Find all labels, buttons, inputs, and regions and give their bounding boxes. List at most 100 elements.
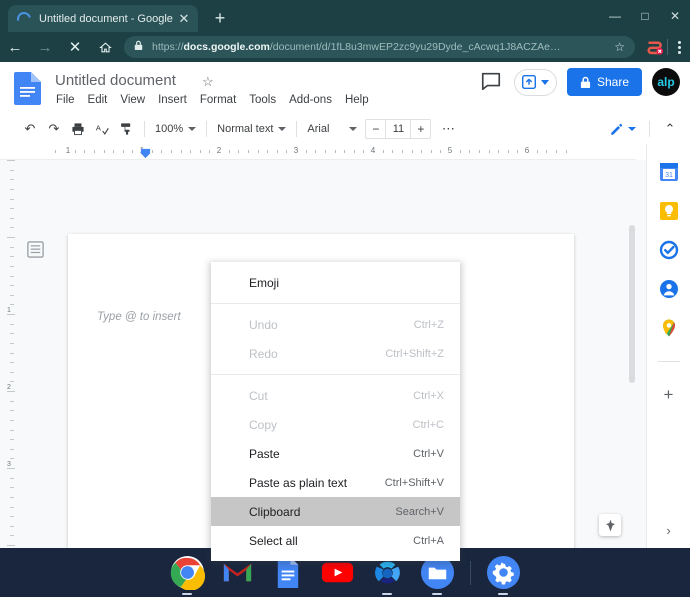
new-tab-button[interactable]: + [208,8,232,30]
ruler-tick [555,150,557,153]
ruler-tick [10,362,14,364]
close-icon[interactable]: ✕ [176,12,192,25]
print-icon[interactable] [66,117,90,141]
context-menu-item-label: Paste [249,446,280,461]
collapse-toolbar-icon[interactable]: ⌃ [658,117,682,141]
menu-file[interactable]: File [56,94,75,106]
browser-toolbar: ← → ✕ https://docs.google.com/document/d… [0,32,690,62]
ruler-tick [7,391,15,392]
google-maps-icon[interactable] [659,318,679,338]
ruler-tick [344,150,346,153]
context-menu-item-label: Emoji [249,275,280,290]
context-menu-item-shortcut: Ctrl+C [412,418,444,431]
share-button[interactable]: Share [566,68,642,96]
redo-icon[interactable]: ↷ [42,117,66,141]
menu-tools[interactable]: Tools [249,94,276,106]
spellcheck-icon[interactable]: A [90,117,114,141]
star-icon[interactable]: ☆ [202,74,214,90]
document-outline-icon[interactable] [26,240,45,259]
settings-icon[interactable] [486,555,521,595]
context-menu-item-paste[interactable]: Paste Ctrl+V [211,439,460,468]
context-menu-item-label: Undo [249,317,278,332]
window-close-icon[interactable]: ✕ [660,0,690,32]
context-menu-item-emoji[interactable]: Emoji [211,268,460,297]
ruler-tick [122,150,124,153]
comment-icon[interactable] [480,70,504,94]
running-indicator [382,593,392,595]
context-menu-item-select-all[interactable]: Select all Ctrl+A [211,526,460,555]
google-calendar-icon[interactable]: 31 [659,162,679,182]
menu-format[interactable]: Format [200,94,236,106]
vertical-scrollbar[interactable] [628,163,636,548]
share-label: Share [596,75,629,89]
chevron-down-icon [188,127,197,131]
editing-mode-button[interactable] [604,120,641,139]
browser-tab-active[interactable]: Untitled document - Google Doc ✕ [8,5,198,32]
present-button[interactable] [513,68,557,96]
paint-format-icon[interactable] [114,117,138,141]
google-contacts-icon[interactable] [659,279,679,299]
undo-icon[interactable]: ↶ [18,117,42,141]
back-icon[interactable]: ← [0,32,30,62]
menu-help[interactable]: Help [345,94,369,106]
font-size-decrease-button[interactable]: − [366,122,385,136]
font-dropdown-caret[interactable] [333,127,361,131]
ruler-tick [10,419,14,421]
avatar[interactable]: alp [652,68,680,96]
maximize-icon[interactable]: □ [630,0,660,32]
chrome-menu-icon[interactable] [668,32,690,62]
menu-add-ons[interactable]: Add-ons [289,94,332,106]
toolbar-divider [649,121,650,137]
extension-icon[interactable] [643,39,667,55]
forward-icon[interactable]: → [30,32,60,62]
font-dropdown[interactable]: Arial [303,123,333,135]
context-menu-item-clipboard[interactable]: Clipboard Search+V [211,497,460,526]
paragraph-style-dropdown[interactable]: Normal text [213,123,290,135]
explore-button[interactable] [599,514,621,536]
chrome-icon[interactable] [170,555,205,595]
address-bar[interactable]: https://docs.google.com/document/d/1fL8u… [124,36,635,58]
zoom-dropdown[interactable]: 100% [151,123,200,135]
minimize-icon[interactable]: — [600,0,630,32]
font-size-increase-button[interactable]: + [411,122,430,136]
scrollbar-thumb[interactable] [629,225,635,383]
ruler-tick [507,150,509,153]
ruler-tick [488,150,490,153]
ruler-tick [10,333,14,335]
font-size-input[interactable]: 11 [385,120,412,138]
stop-icon[interactable]: ✕ [60,32,90,62]
menu-edit[interactable]: Edit [88,94,108,106]
bookmark-star-icon[interactable]: ☆ [611,40,625,54]
ruler-tick [430,150,432,153]
vertical-ruler[interactable]: 1 2 3 [6,160,18,548]
ruler-tick [238,150,240,153]
document-title[interactable]: Untitled document [55,72,176,89]
menu-insert[interactable]: Insert [158,94,187,106]
google-tasks-icon[interactable] [659,240,679,260]
context-menu-item-undo: Undo Ctrl+Z [211,310,460,339]
context-menu-item-paste-as-plain-text[interactable]: Paste as plain text Ctrl+Shift+V [211,468,460,497]
context-menu-item-label: Clipboard [249,504,301,519]
context-menu-group: Undo Ctrl+Z Redo Ctrl+Shift+Z [211,303,460,374]
add-app-button[interactable]: + [659,385,679,405]
ruler-tick [10,285,14,287]
svg-text:31: 31 [665,172,673,179]
ruler-tick [257,150,259,153]
ruler-tick [10,217,14,219]
ruler-tick [10,381,14,383]
home-icon[interactable] [90,32,120,62]
expand-panel-icon[interactable]: › [666,523,670,538]
ruler-tick [478,150,480,153]
horizontal-ruler[interactable]: 1234561 [0,144,636,160]
docs-header: Untitled document ☆ File Edit View Inser… [0,62,690,114]
running-indicator [498,593,508,595]
running-indicator [432,593,442,595]
context-menu-item-label: Copy [249,417,278,432]
menu-view[interactable]: View [120,94,145,106]
indent-marker[interactable] [140,146,151,159]
google-keep-icon[interactable] [659,201,679,221]
google-docs-app: Untitled document ☆ File Edit View Inser… [0,62,690,561]
ruler-tick [7,545,15,546]
ruler-tick [334,150,336,153]
more-options-icon[interactable]: ⋯ [436,117,460,141]
